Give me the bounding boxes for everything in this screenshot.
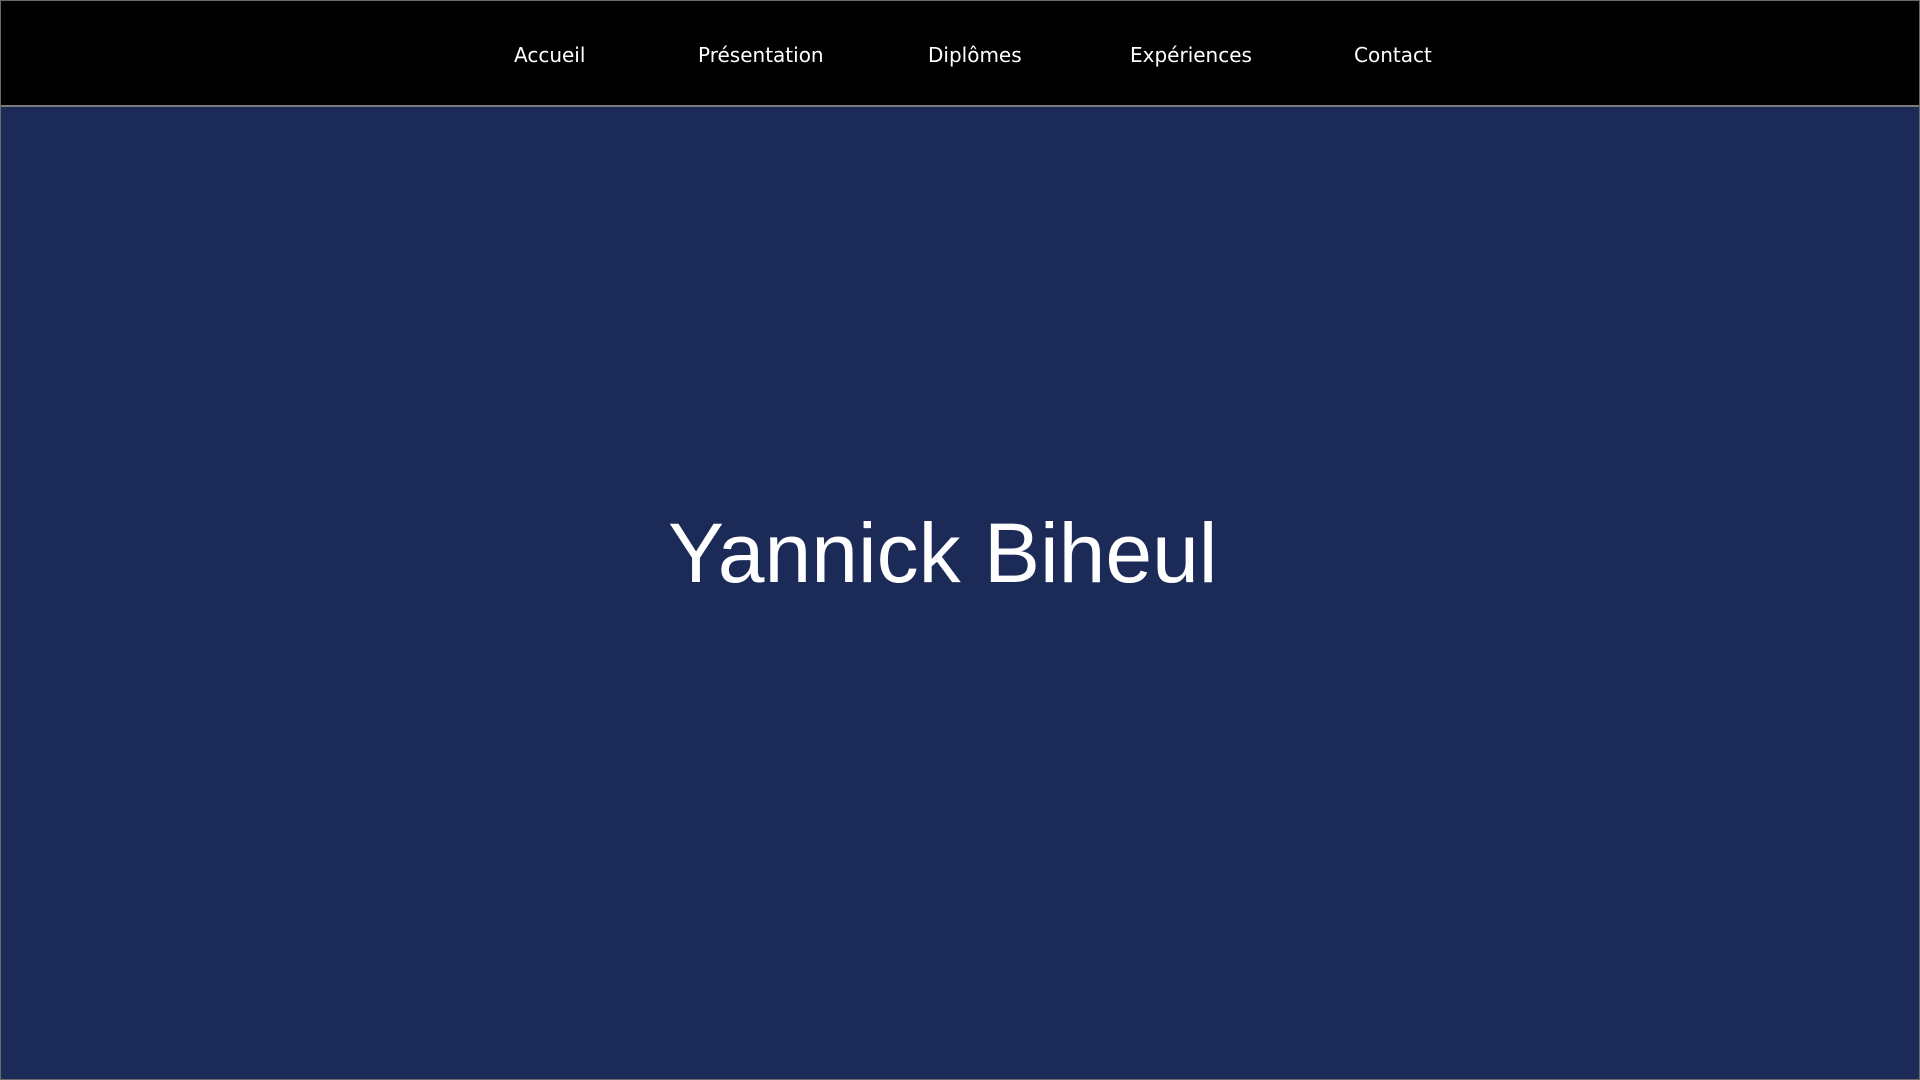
nav-link-diplomes[interactable]: Diplômes [928,37,1022,73]
nav-link-contact[interactable]: Contact [1354,37,1432,73]
top-navigation-bar: Accueil Présentation Diplômes Expérience… [1,1,1919,107]
nav-link-presentation[interactable]: Présentation [698,37,824,73]
nav-link-experiences[interactable]: Expériences [1130,37,1252,73]
page-title: Yannick Biheul [668,506,1218,600]
page: Accueil Présentation Diplômes Expérience… [0,0,1920,1080]
nav-link-accueil[interactable]: Accueil [514,37,585,73]
hero-section: Yannick Biheul [1,107,1919,1079]
